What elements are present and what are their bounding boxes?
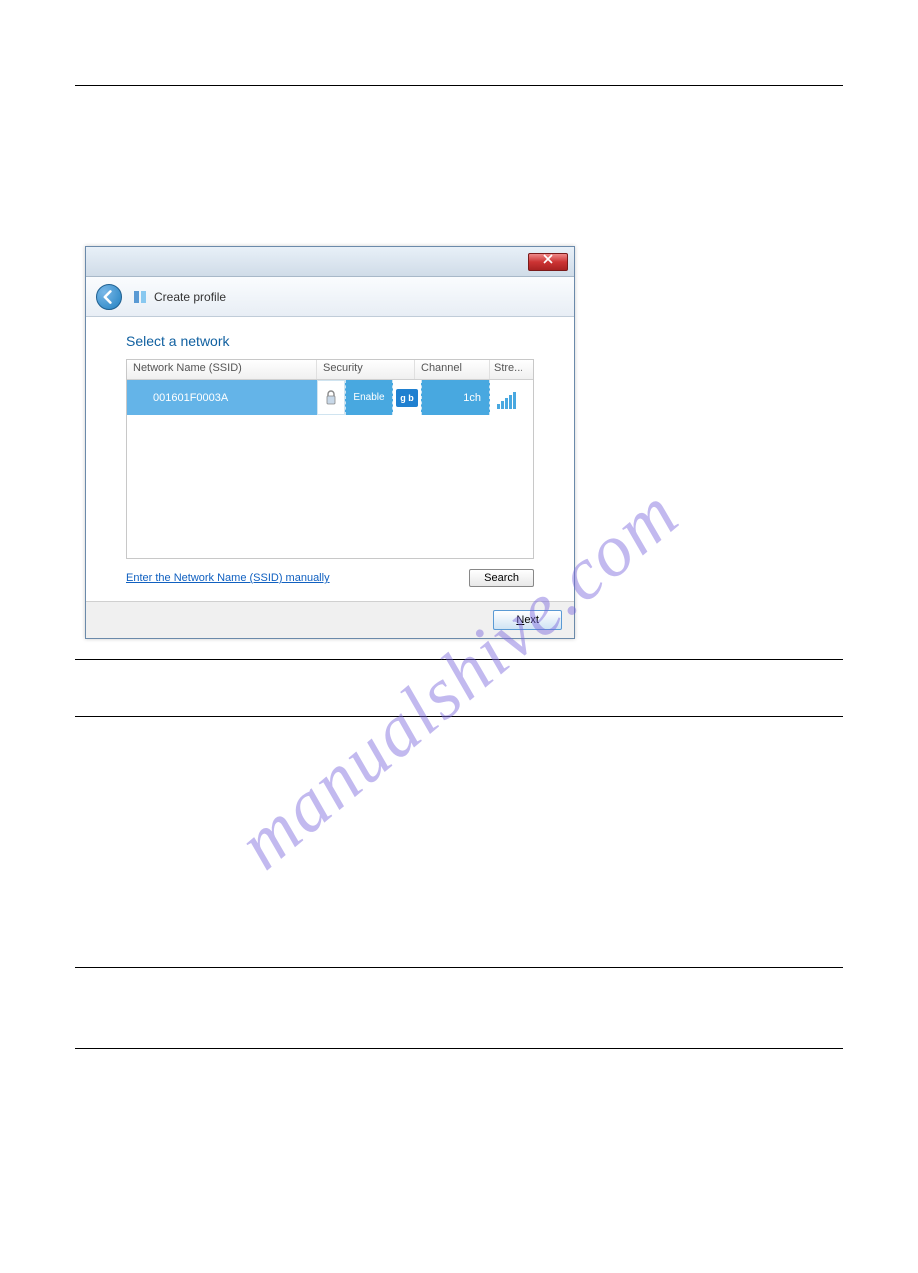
next-rest: ext	[524, 614, 539, 626]
network-list: Network Name (SSID) Security Channel Str…	[126, 359, 534, 559]
profile-icon	[132, 289, 148, 305]
list-header: Network Name (SSID) Security Channel Str…	[127, 360, 533, 380]
lock-icon	[324, 389, 338, 407]
below-list-row: Enter the Network Name (SSID) manually S…	[126, 569, 534, 587]
row-selector	[127, 380, 147, 415]
back-arrow-icon	[102, 290, 116, 304]
signal-bars-icon	[497, 392, 516, 409]
dialog-title: Create profile	[154, 290, 226, 304]
cell-channel: 1ch	[421, 380, 490, 415]
section-title: Select a network	[126, 333, 534, 349]
cell-security-status: Enable	[345, 380, 393, 415]
manual-ssid-link[interactable]: Enter the Network Name (SSID) manually	[126, 572, 330, 584]
page-rule-top	[75, 85, 843, 86]
column-strength[interactable]: Stre...	[490, 360, 522, 379]
mode-badge: g b	[396, 389, 418, 407]
next-button[interactable]: Next	[493, 610, 562, 630]
dialog-body: Select a network Network Name (SSID) Sec…	[86, 317, 574, 601]
page-rule-bottom	[75, 1048, 843, 1049]
dialog-titlebar	[86, 247, 574, 277]
cell-mode: g b	[393, 380, 421, 415]
search-button[interactable]: Search	[469, 569, 534, 587]
dialog-footer: Next	[86, 601, 574, 638]
cell-signal	[490, 380, 522, 415]
page-rule-mid1	[75, 659, 843, 660]
network-row[interactable]: 001601F0003A Enable g b 1ch	[127, 380, 533, 415]
back-button[interactable]	[96, 284, 122, 310]
close-button[interactable]	[528, 253, 568, 271]
column-security[interactable]: Security	[317, 360, 415, 379]
dialog-header: Create profile	[86, 277, 574, 317]
column-channel[interactable]: Channel	[415, 360, 490, 379]
create-profile-dialog: Create profile Select a network Network …	[85, 246, 575, 639]
content-area: Create profile Select a network Network …	[75, 246, 843, 639]
cell-lock-icon	[317, 380, 345, 415]
spacer	[0, 968, 918, 1048]
close-icon	[543, 254, 553, 264]
column-network-name[interactable]: Network Name (SSID)	[127, 360, 317, 379]
spacer	[0, 717, 918, 967]
cell-ssid: 001601F0003A	[147, 380, 317, 415]
